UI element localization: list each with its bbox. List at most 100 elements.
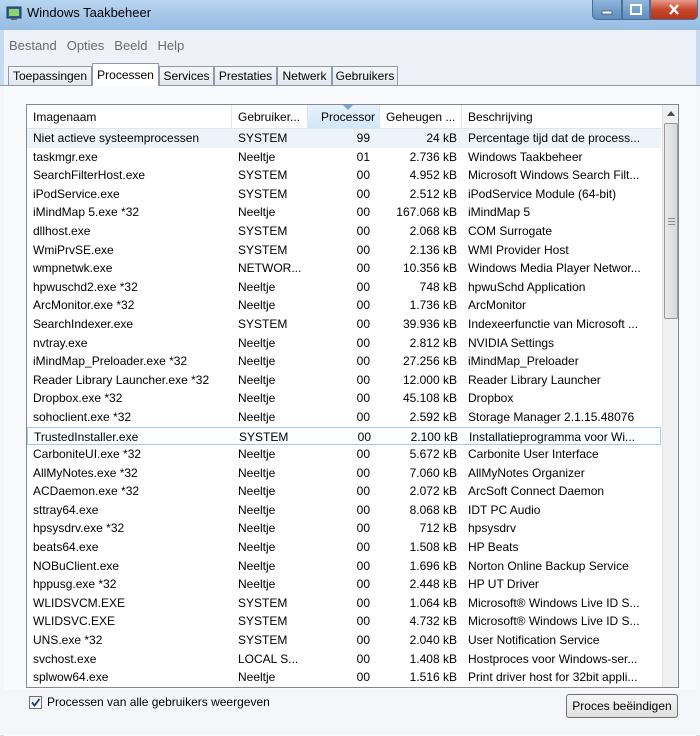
scrollbar-grip: [668, 218, 675, 219]
table-row[interactable]: sohoclient.exe *32 Neeltje 00 2.592 kB Stora…: [27, 408, 661, 427]
tab-users[interactable]: Gebruikers: [332, 66, 398, 85]
process-cpu: 00: [356, 186, 370, 201]
table-row[interactable]: AllMyNotes.exe *32 Neeltje 00 7.060 kB AllMy…: [27, 464, 661, 483]
process-cpu: 00: [356, 279, 370, 294]
process-name: iPodService.exe: [33, 186, 120, 201]
table-row[interactable]: ArcMonitor.exe *32 Neeltje 00 1.736 kB ArcMo…: [27, 296, 661, 315]
process-cpu: 00: [356, 633, 370, 648]
maximize-button[interactable]: [622, 0, 650, 20]
table-row[interactable]: WmiPrvSE.exe SYSTEM 00 2.136 kB WMI Provider…: [27, 241, 661, 260]
show-all-users-checkbox[interactable]: [29, 696, 42, 709]
process-name: ArcMonitor.exe *32: [33, 298, 135, 313]
column-header-description[interactable]: Beschrijving: [462, 105, 661, 128]
table-row[interactable]: hpwuschd2.exe *32 Neeltje 00 748 kB hpwuSchd…: [27, 278, 661, 297]
menu-help[interactable]: Help: [153, 38, 190, 53]
table-row[interactable]: WLIDSVCM.EXE SYSTEM 00 1.064 kB Microsoft® W…: [27, 594, 661, 613]
process-name: Niet actieve systeemprocessen: [33, 131, 200, 145]
table-row[interactable]: iPodService.exe SYSTEM 00 2.512 kB iPodServi…: [27, 185, 661, 204]
process-name: hppusg.exe *32: [33, 577, 117, 592]
close-icon: [669, 4, 679, 15]
scrollbar-grip: [668, 221, 675, 222]
process-user: SYSTEM: [238, 614, 288, 629]
tab-processes[interactable]: Processen: [92, 63, 159, 86]
process-name: Dropbox.exe *32: [33, 391, 123, 406]
table-row[interactable]: iMindMap_Preloader.exe *32 Neeltje 00 27.25…: [27, 352, 661, 371]
table-row[interactable]: hppusg.exe *32 Neeltje 00 2.448 kB HP UT Dri…: [27, 575, 661, 594]
table-row[interactable]: Niet actieve systeemprocessen SYSTEM 99 24 …: [27, 129, 661, 148]
column-header-user[interactable]: Gebruiker...: [232, 105, 308, 128]
tab-applications[interactable]: Toepassingen: [8, 66, 92, 85]
table-row[interactable]: dllhost.exe SYSTEM 00 2.068 kB COM Surrogate: [27, 222, 661, 241]
menu-view[interactable]: Beeld: [109, 38, 152, 53]
table-row[interactable]: wmpnetwk.exe NETWOR... 00 10.356 kB Windows …: [27, 259, 661, 278]
table-row[interactable]: nvtray.exe Neeltje 00 2.812 kB NVIDIA Settin…: [27, 334, 661, 353]
table-row[interactable]: hpsysdrv.exe *32 Neeltje 00 712 kB hpsysdrv: [27, 519, 661, 538]
tab-network[interactable]: Netwerk: [277, 66, 332, 85]
process-memory: 2.512 kB: [409, 186, 457, 201]
process-user: SYSTEM: [238, 316, 288, 331]
process-cpu: 00: [356, 205, 370, 220]
column-header-processor[interactable]: Processor: [308, 105, 380, 128]
process-cpu: 00: [356, 484, 370, 499]
menu-options[interactable]: Opties: [62, 38, 110, 53]
table-row[interactable]: Dropbox.exe *32 Neeltje 00 45.108 kB Dropbox: [27, 389, 661, 408]
column-header-image-name[interactable]: Imagenaam: [27, 105, 232, 128]
process-cpu: 00: [356, 521, 370, 536]
process-list[interactable]: Imagenaam Gebruiker... Processor Geheuge…: [26, 104, 679, 688]
end-process-button[interactable]: Proces beëindigen: [566, 694, 678, 718]
table-row[interactable]: NOBuClient.exe Neeltje 00 1.696 kB Norton On…: [27, 557, 661, 576]
table-row[interactable]: taskmgr.exe Neeltje 01 2.736 kB Windows Taak…: [27, 148, 661, 167]
process-cpu: 00: [357, 429, 371, 444]
process-user: SYSTEM: [238, 633, 288, 648]
process-description: Microsoft Windows Search Filt...: [468, 168, 640, 183]
table-row[interactable]: TrustedInstaller.exe SYSTEM 00 2.100 kB Inst…: [27, 426, 661, 446]
process-cpu: 00: [356, 651, 370, 666]
process-cpu: 00: [356, 298, 370, 313]
process-description: ArcSoft Connect Daemon: [468, 484, 605, 499]
process-description: AllMyNotes Organizer: [468, 465, 585, 480]
scrollbar-thumb[interactable]: [664, 123, 678, 319]
table-row[interactable]: splwow64.exe Neeltje 00 1.516 kB Print drive…: [27, 668, 661, 687]
table-row[interactable]: ACDaemon.exe *32 Neeltje 00 2.072 kB ArcSoft…: [27, 482, 661, 501]
maximize-icon: [630, 4, 642, 15]
process-cpu: 00: [356, 335, 370, 350]
list-header: Imagenaam Gebruiker... Processor Geheuge…: [27, 105, 661, 129]
table-row[interactable]: iMindMap 5.exe *32 Neeltje 00 167.068 kB iMi…: [27, 203, 661, 222]
table-row[interactable]: SearchIndexer.exe SYSTEM 00 39.936 kB Indexe…: [27, 315, 661, 334]
column-header-processor-label: Processor: [320, 110, 375, 124]
process-description: NVIDIA Settings: [468, 335, 555, 350]
process-name: WmiPrvSE.exe: [33, 242, 114, 257]
table-row[interactable]: CarboniteUI.exe *32 Neeltje 00 5.672 kB Carb…: [27, 445, 661, 464]
process-memory: 2.100 kB: [410, 429, 458, 444]
process-memory: 27.256 kB: [402, 354, 457, 369]
process-cpu: 00: [356, 223, 370, 238]
process-user: Neeltje: [238, 502, 276, 517]
column-header-memory[interactable]: Geheugen ...: [380, 105, 462, 128]
vertical-scrollbar[interactable]: [662, 105, 678, 687]
table-row[interactable]: WLIDSVC.EXE SYSTEM 00 4.732 kB Microsoft® Wi…: [27, 612, 661, 631]
process-name: Reader Library Launcher.exe *32: [33, 372, 210, 387]
process-user: Neeltje: [238, 409, 276, 424]
table-row[interactable]: beats64.exe Neeltje 00 1.508 kB HP Beats: [27, 538, 661, 557]
tab-performance[interactable]: Prestaties: [214, 66, 277, 85]
process-user: SYSTEM: [238, 168, 288, 183]
process-name: TrustedInstaller.exe: [34, 429, 139, 444]
menu-bar: Bestand Opties Beeld Help: [0, 30, 700, 60]
minimize-button[interactable]: [592, 0, 622, 20]
table-row[interactable]: svchost.exe LOCAL S... 00 1.408 kB Hostproce…: [27, 650, 661, 669]
menu-file[interactable]: Bestand: [4, 38, 62, 53]
title-bar: Windows Taakbeheer: [0, 0, 700, 30]
process-cpu: 00: [356, 409, 370, 424]
table-row[interactable]: sttray64.exe Neeltje 00 8.068 kB IDT PC Audi…: [27, 501, 661, 520]
process-description: iPodService Module (64-bit): [468, 186, 617, 201]
table-row[interactable]: Reader Library Launcher.exe *32 Neeltje 00…: [27, 371, 661, 390]
scroll-up-icon[interactable]: [666, 109, 676, 117]
table-row[interactable]: SearchFilterHost.exe SYSTEM 00 4.952 kB Micr…: [27, 166, 661, 185]
process-memory: 4.732 kB: [409, 614, 457, 629]
process-cpu: 00: [356, 168, 370, 183]
process-description: Print driver host for 32bit appli...: [468, 670, 638, 685]
checkmark-icon: [31, 698, 41, 707]
close-button[interactable]: [650, 0, 698, 20]
table-row[interactable]: UNS.exe *32 SYSTEM 00 2.040 kB User Notifica…: [27, 631, 661, 650]
tab-services[interactable]: Services: [159, 66, 214, 85]
